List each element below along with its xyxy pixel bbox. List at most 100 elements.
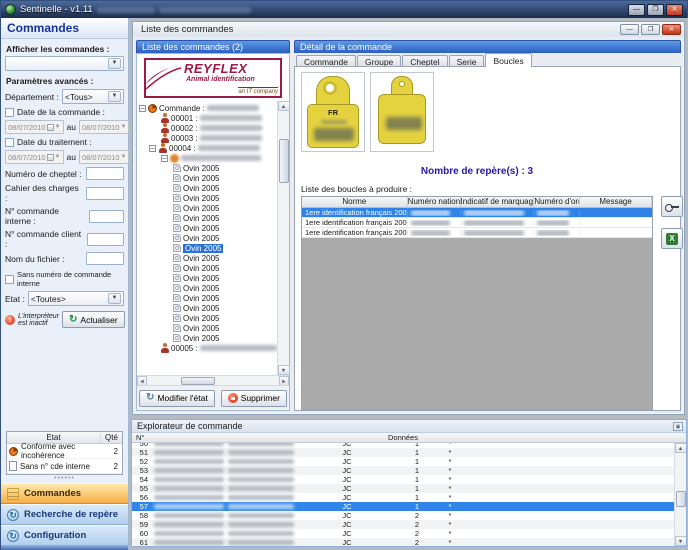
tree-item[interactable]: –Commande : — [137, 103, 277, 113]
text-input[interactable] — [87, 233, 124, 246]
tree-item[interactable]: 00005 : — [137, 343, 277, 353]
column-header[interactable]: Numéro national — [408, 197, 461, 207]
collapse-icon[interactable]: – — [161, 155, 168, 162]
tab-boucles[interactable]: Boucles — [485, 53, 531, 67]
tree-item[interactable]: Ovin 2005 — [137, 253, 277, 263]
tree-item[interactable]: Ovin 2005 — [137, 223, 277, 233]
explorer-row[interactable]: 52JC1* — [132, 457, 674, 466]
scrollbar-thumb[interactable] — [676, 491, 686, 507]
tree-horizontal-scrollbar[interactable]: ◄ ► — [137, 375, 289, 385]
orders-window-titlebar[interactable]: Liste des commandes — ❐ ✕ — [133, 22, 684, 37]
order-date-from-picker[interactable]: 08/07/2010▼ — [5, 120, 64, 134]
tree-item[interactable]: Ovin 2005 — [137, 323, 277, 333]
sidebar-nav-commandes[interactable]: Commandes — [1, 483, 128, 504]
status-label: Conforme avec incohérence — [21, 442, 101, 460]
scroll-down-icon[interactable]: ▼ — [278, 365, 290, 375]
sidebar-splitter[interactable]: •••••• — [1, 475, 128, 483]
child-close-button[interactable]: ✕ — [662, 24, 681, 35]
tree-item[interactable]: 00003 : — [137, 133, 277, 143]
star-cell: * — [442, 502, 458, 511]
tree-item[interactable]: Ovin 2005 — [137, 263, 277, 273]
show-commands-select[interactable]: ▼ — [5, 56, 124, 71]
boucles-table-row[interactable]: 1ere identification français 2005 — [302, 228, 652, 238]
tree-item[interactable]: –00004 : — [137, 143, 277, 153]
scrollbar-thumb[interactable] — [279, 139, 289, 183]
no-internal-number-checkbox[interactable] — [5, 275, 14, 284]
status-table-row[interactable]: Conforme avec incohérence2 — [7, 444, 122, 459]
scroll-up-icon[interactable]: ▲ — [278, 101, 290, 111]
explorer-row[interactable]: 51JC1* — [132, 448, 674, 457]
qty-cell: 1 — [407, 475, 427, 484]
ovin-item-label: Ovin 2005 — [183, 304, 219, 313]
tree-item[interactable]: Ovin 2005 — [137, 293, 277, 303]
explorer-row[interactable]: 55JC1* — [132, 484, 674, 493]
tree-item[interactable]: Ovin 2005 — [137, 213, 277, 223]
explorer-row[interactable]: 61JC2* — [132, 538, 674, 546]
tree-item[interactable]: Ovin 2005 — [137, 313, 277, 323]
export-excel-button[interactable]: X — [661, 228, 683, 249]
app-close-button[interactable]: ✕ — [666, 4, 683, 16]
tree-item[interactable]: Ovin 2005 — [137, 283, 277, 293]
collapse-icon[interactable]: – — [139, 105, 146, 112]
tree-item[interactable]: Ovin 2005 — [137, 193, 277, 203]
treatment-date-to-picker[interactable]: 08/07/2010▼ — [79, 150, 130, 164]
scrollbar-thumb[interactable] — [181, 377, 215, 385]
tree-item[interactable]: Ovin 2005 — [137, 273, 277, 283]
sidebar-nav-configuration[interactable]: ↻Configuration — [1, 525, 128, 546]
tree-item[interactable]: Ovin 2005 — [137, 173, 277, 183]
sidebar-nav-recherche-de-rep-re[interactable]: ↻Recherche de repère — [1, 504, 128, 525]
text-input[interactable] — [86, 167, 124, 180]
boucles-table-row[interactable]: 1ere identification français 2005 — [302, 218, 652, 228]
tree-item[interactable]: Ovin 2005 — [137, 243, 277, 253]
app-minimize-button[interactable]: — — [628, 4, 645, 16]
app-maximize-button[interactable]: ❐ — [647, 4, 664, 16]
explorer-pin-button[interactable]: ▣ — [673, 422, 683, 431]
child-maximize-button[interactable]: ❐ — [641, 24, 660, 35]
refresh-button[interactable]: ↻Actualiser — [62, 311, 125, 328]
explorer-row[interactable]: 54JC1* — [132, 475, 674, 484]
department-select[interactable]: <Tous>▼ — [62, 89, 124, 104]
state-select[interactable]: <Toutes>▼ — [28, 291, 124, 306]
treatment-date-from-picker[interactable]: 08/07/2010▼ — [5, 150, 64, 164]
collapse-icon[interactable]: – — [149, 145, 156, 152]
explorer-row[interactable]: 57JC1* — [132, 502, 674, 511]
tree-item[interactable]: Ovin 2005 — [137, 203, 277, 213]
text-input[interactable] — [86, 252, 124, 265]
tree-vertical-scrollbar[interactable]: ▲ ▼ — [277, 101, 289, 375]
status-table-row[interactable]: Sans n° cde interne2 — [7, 459, 122, 474]
tree-item[interactable]: 00002 : — [137, 123, 277, 133]
scroll-left-icon[interactable]: ◄ — [137, 376, 147, 386]
child-minimize-button[interactable]: — — [620, 24, 639, 35]
delete-button[interactable]: Supprimer — [221, 390, 287, 407]
column-header[interactable]: Numéro d'ordre — [534, 197, 580, 207]
tree-item[interactable]: Ovin 2005 — [137, 163, 277, 173]
explorer-row[interactable]: 59JC2* — [132, 520, 674, 529]
tree-item[interactable]: Ovin 2005 — [137, 303, 277, 313]
scroll-down-icon[interactable]: ▼ — [675, 536, 687, 546]
order-date-to-picker[interactable]: 08/07/2010▼ — [79, 120, 130, 134]
explorer-row[interactable]: 60JC2* — [132, 529, 674, 538]
redacted-text — [154, 540, 224, 545]
treatment-date-checkbox[interactable] — [5, 138, 14, 147]
modify-state-button[interactable]: ↻Modifier l'état — [139, 390, 215, 407]
scroll-up-icon[interactable]: ▲ — [675, 443, 687, 453]
boucles-table-row[interactable]: 1ere identification français 2005 — [302, 208, 652, 218]
tree-item[interactable]: – — [137, 153, 277, 163]
key-button[interactable] — [661, 196, 683, 217]
ear-tag-icon — [173, 234, 181, 242]
tree-item[interactable]: 00001 : — [137, 113, 277, 123]
column-header[interactable]: Message — [580, 197, 652, 207]
explorer-row[interactable]: 56JC1* — [132, 493, 674, 502]
column-header[interactable]: Indicatif de marquage — [461, 197, 535, 207]
tree-item[interactable]: Ovin 2005 — [137, 183, 277, 193]
scroll-right-icon[interactable]: ► — [279, 376, 289, 386]
tree-item[interactable]: Ovin 2005 — [137, 333, 277, 343]
order-date-checkbox[interactable] — [5, 108, 14, 117]
explorer-row[interactable]: 58JC2* — [132, 511, 674, 520]
explorer-vertical-scrollbar[interactable]: ▲ ▼ — [674, 443, 686, 546]
explorer-row[interactable]: 53JC1* — [132, 466, 674, 475]
text-input[interactable] — [86, 187, 124, 200]
text-input[interactable] — [89, 210, 124, 223]
tree-item[interactable]: Ovin 2005 — [137, 233, 277, 243]
column-header[interactable]: Norme — [302, 197, 408, 207]
